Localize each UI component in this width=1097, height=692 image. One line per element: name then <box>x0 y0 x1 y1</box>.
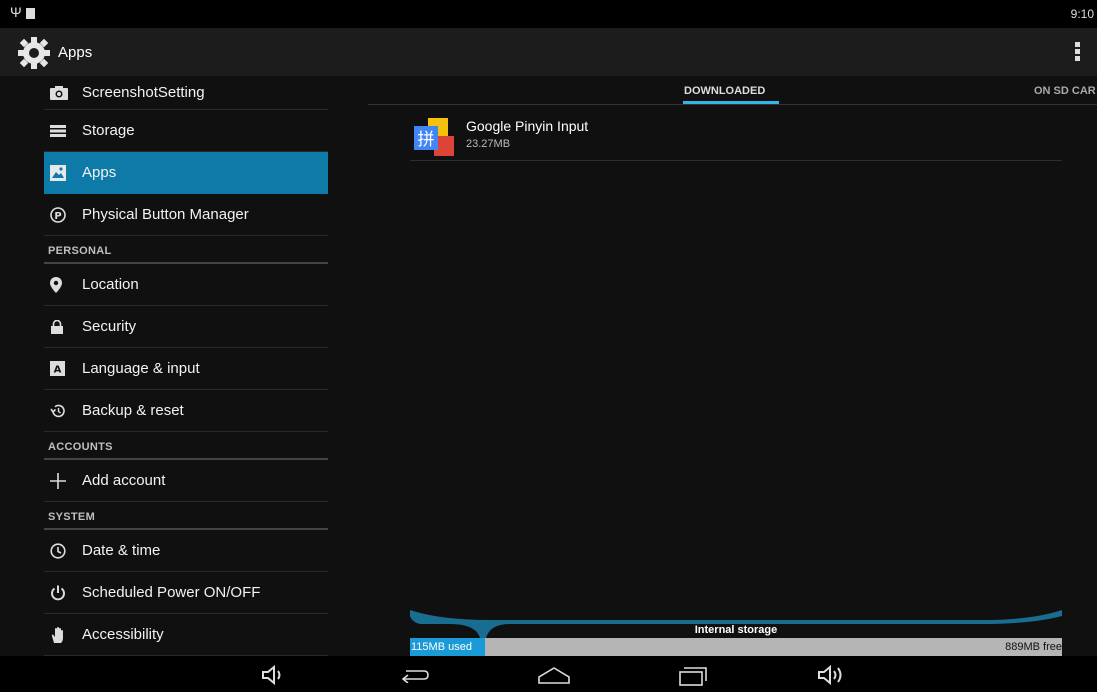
hand-icon <box>50 625 80 645</box>
volume-down-icon[interactable] <box>258 662 288 688</box>
storage-icon <box>50 121 80 141</box>
sidebar-item-label: Language & input <box>82 360 200 377</box>
sidebar-item-label: Physical Button Manager <box>82 206 249 223</box>
sidebar-item-label: Accessibility <box>82 626 164 643</box>
sidebar-item-accessibility[interactable]: Accessibility <box>44 614 328 656</box>
sidebar-item-date-time[interactable]: Date & time <box>44 530 328 572</box>
svg-text:A: A <box>54 365 62 376</box>
recent-apps-icon[interactable] <box>676 662 708 688</box>
volume-up-icon[interactable] <box>816 662 848 688</box>
keyboard-a-icon: A <box>50 359 80 379</box>
location-pin-icon <box>50 275 80 295</box>
app-list-item[interactable]: 拼 Google Pinyin Input 23.27MB <box>410 110 1062 161</box>
content-area: ScreenshotSetting Storage Apps P Physical Bu… <box>0 76 1097 656</box>
usb-icon: Ψ <box>10 4 22 20</box>
overflow-menu-icon[interactable] <box>1075 42 1081 62</box>
tab-strip: DOWNLOADED ON SD CAR <box>368 76 1097 105</box>
sidebar-item-scheduled-power-on-off[interactable]: Scheduled Power ON/OFF <box>44 572 328 614</box>
tab-indicator <box>683 101 779 104</box>
section-header-label: SYSTEM <box>48 511 96 523</box>
sidebar-item-physical-button-manager[interactable]: P Physical Button Manager <box>44 194 328 236</box>
sidebar-item-label: Location <box>82 276 139 293</box>
storage-free-text: 889MB free <box>1005 641 1062 653</box>
action-bar: Apps <box>0 28 1097 76</box>
sidebar-item-location[interactable]: Location <box>44 264 328 306</box>
clock-icon <box>50 541 80 561</box>
sidebar-item-label: Security <box>82 318 137 335</box>
sidebar-item-language-input[interactable]: A Language & input <box>44 348 328 390</box>
storage-used-text: 115MB used <box>411 641 472 653</box>
settings-sidebar: ScreenshotSetting Storage Apps P Physical Bu… <box>44 76 328 656</box>
sidebar-item-security[interactable]: Security <box>44 306 328 348</box>
p-circle-icon: P <box>50 205 80 225</box>
section-header-system: SYSTEM <box>44 502 328 530</box>
svg-text:P: P <box>54 211 61 222</box>
app-icon-glyph: 拼 <box>418 130 435 150</box>
clock-time: 9:10 <box>1070 7 1094 21</box>
power-icon <box>50 583 80 603</box>
google-pinyin-app-icon: 拼 <box>414 118 454 156</box>
lock-icon <box>50 317 80 337</box>
app-size: 23.27MB <box>466 138 511 150</box>
sidebar-item-label: ScreenshotSetting <box>82 84 205 101</box>
storage-label: Internal storage <box>694 624 778 636</box>
sidebar-item-storage[interactable]: Storage <box>44 110 328 152</box>
internal-storage-meter: Internal storage 115MB used 889MB free <box>410 606 1062 656</box>
settings-gear-icon[interactable] <box>14 35 54 71</box>
section-header-personal: PERSONAL <box>44 236 328 264</box>
sidebar-item-backup-reset[interactable]: Backup & reset <box>44 390 328 432</box>
sidebar-item-label: Date & time <box>82 542 161 559</box>
apps-icon <box>50 163 80 183</box>
home-icon[interactable] <box>536 662 572 688</box>
sidebar-item-label: Apps <box>82 164 117 181</box>
camera-icon <box>50 83 80 103</box>
storage-bar-track <box>410 638 1062 656</box>
page-title: Apps <box>58 44 93 61</box>
navigation-bar <box>0 656 1097 692</box>
tab-on-sd-card[interactable]: ON SD CAR <box>1034 85 1096 97</box>
sidebar-item-screenshotsetting[interactable]: ScreenshotSetting <box>44 76 328 110</box>
sidebar-item-label: Backup & reset <box>82 402 184 419</box>
back-icon[interactable] <box>398 662 432 688</box>
plus-icon <box>50 471 80 491</box>
section-header-accounts: ACCOUNTS <box>44 432 328 460</box>
app-name: Google Pinyin Input <box>466 118 589 134</box>
sidebar-item-apps[interactable]: Apps <box>44 152 328 194</box>
sidebar-item-label: Storage <box>82 122 135 139</box>
status-bar: Ψ 9:10 <box>0 0 1097 28</box>
sd-card-icon <box>26 8 35 19</box>
backup-icon <box>50 401 80 421</box>
sidebar-item-label: Add account <box>82 472 166 489</box>
sidebar-item-label: Scheduled Power ON/OFF <box>82 584 261 601</box>
tab-downloaded[interactable]: DOWNLOADED <box>684 85 765 97</box>
apps-pane: DOWNLOADED ON SD CAR 拼 Google Pinyin Inp… <box>368 76 1097 656</box>
section-header-label: ACCOUNTS <box>48 441 113 453</box>
section-header-label: PERSONAL <box>48 245 112 257</box>
sidebar-item-add-account[interactable]: Add account <box>44 460 328 502</box>
